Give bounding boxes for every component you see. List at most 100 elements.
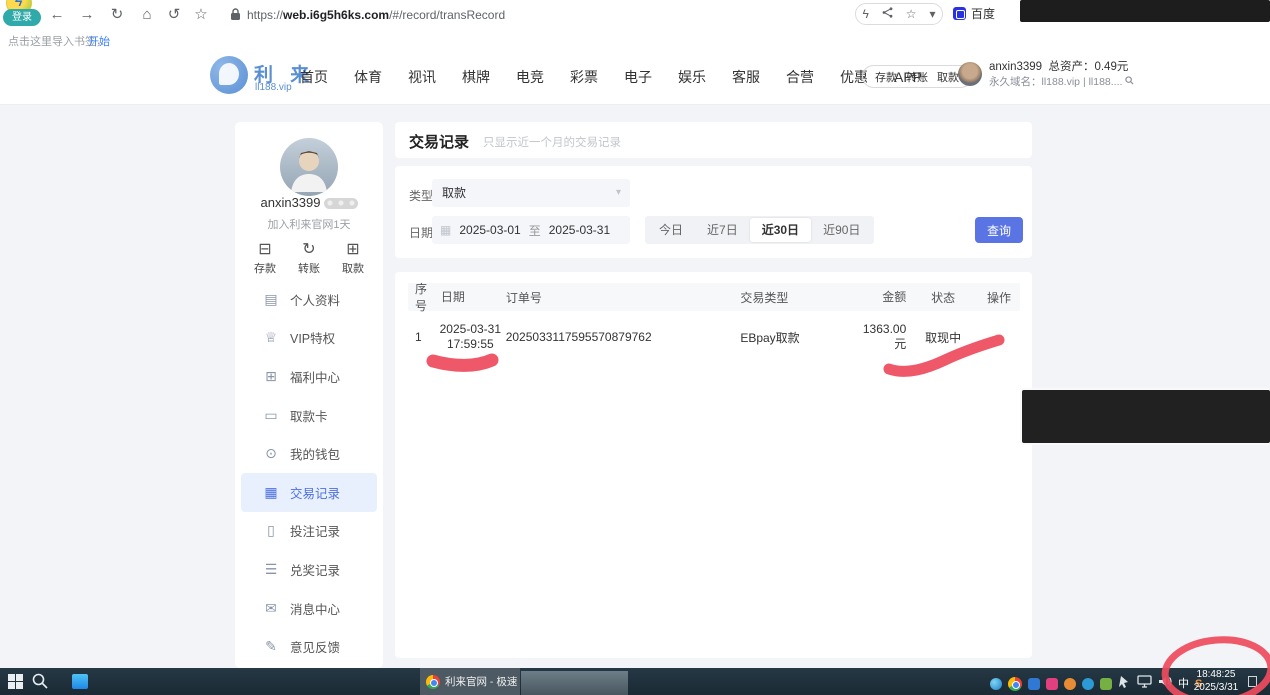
taskbar-window-preview[interactable] xyxy=(521,671,628,695)
menu-label: 个人资料 xyxy=(290,290,340,309)
show-desktop-button[interactable] xyxy=(1248,676,1257,687)
monitor-icon[interactable] xyxy=(1137,675,1152,693)
clock-time: 18:48:25 xyxy=(1188,669,1244,682)
lightning-icon[interactable]: ϟ xyxy=(862,7,868,21)
page-subtitle: 只显示近一个月的交易记录 xyxy=(483,134,621,150)
blue-app-icon[interactable] xyxy=(1028,678,1040,690)
date-range-input[interactable]: ▦ 2025-03-01 至 2025-03-31 xyxy=(432,216,630,244)
refresh-icon[interactable]: ↻ xyxy=(106,3,128,27)
pointer-icon[interactable] xyxy=(1118,675,1131,693)
type-select-value: 取款 xyxy=(442,186,466,200)
sidebar: anxin3399 加入利来官网1天 ⊟ 存款 ↻ 转账 ⊞ 取款 ▤个人资料 … xyxy=(235,122,383,668)
volume-icon[interactable] xyxy=(1158,675,1172,693)
sidebar-item-vip[interactable]: ♕VIP特权 xyxy=(235,319,383,358)
range-90d-button[interactable]: 近90日 xyxy=(811,218,872,242)
profile-username: anxin3399 xyxy=(261,195,321,210)
cell-amount: 1363.00元 xyxy=(857,322,907,352)
sidebar-item-messages[interactable]: ✉消息中心 xyxy=(235,589,383,628)
menu-label: 福利中心 xyxy=(290,367,340,386)
header-transfer-button[interactable]: 转账 xyxy=(906,69,928,85)
wallet-icon: ⊙ xyxy=(263,445,279,462)
system-tray: 中 S xyxy=(990,675,1202,693)
back-icon[interactable]: ← xyxy=(46,3,68,27)
type-select[interactable]: 取款 ▾ xyxy=(432,179,630,207)
start-button[interactable] xyxy=(8,674,23,694)
sidebar-transfer-button[interactable]: ↻ 转账 xyxy=(289,240,329,276)
url-host: web.i6g5h6ks.com xyxy=(283,8,389,22)
pink-app-icon[interactable] xyxy=(1046,678,1058,690)
nav-item-sports[interactable]: 体育 xyxy=(354,67,382,87)
col-status: 状态 xyxy=(920,289,966,306)
taskbar-mail-icon[interactable] xyxy=(72,674,88,689)
lock-icon xyxy=(230,8,241,26)
sidebar-item-profile[interactable]: ▤个人资料 xyxy=(235,280,383,319)
main-nav: 首页 体育 视讯 棋牌 电竞 彩票 电子 娱乐 客服 合营 优惠 APP xyxy=(300,48,922,105)
header-deposit-button[interactable]: 存款 xyxy=(875,69,897,85)
chevron-down-icon[interactable]: ▾ xyxy=(929,7,935,21)
sidebar-item-welfare[interactable]: ⊞ 福利中心 xyxy=(235,357,383,396)
header-avatar[interactable] xyxy=(958,62,982,86)
nav-item-home[interactable]: 首页 xyxy=(300,67,328,87)
query-button[interactable]: 查询 xyxy=(975,217,1023,243)
sidebar-item-withdraw-card[interactable]: ▭取款卡 xyxy=(235,396,383,435)
sidebar-item-transactions[interactable]: ▦交易记录 xyxy=(241,473,377,512)
browser-toolbar: 登录 ← → ↻ ⌂ ↺ ☆ https://web.i6g5h6ks.com/… xyxy=(0,0,1270,30)
nav-item-chess[interactable]: 棋牌 xyxy=(462,67,490,87)
share-icon[interactable] xyxy=(882,7,893,21)
bookmark-star-icon[interactable]: ☆ xyxy=(190,3,212,27)
message-icon: ✉ xyxy=(263,600,279,617)
nav-item-live-video[interactable]: 视讯 xyxy=(408,67,436,87)
page-title-card: 交易记录 只显示近一个月的交易记录 xyxy=(395,122,1032,158)
windows-taskbar: 利来官网 - 极速浏... 中 S 18:48:25 2025/3/31 xyxy=(0,668,1270,695)
taskbar-clock[interactable]: 18:48:25 2025/3/31 xyxy=(1188,669,1244,694)
search-icon[interactable] xyxy=(1125,76,1134,85)
home-icon[interactable]: ⌂ xyxy=(136,3,158,27)
browser-login-button[interactable]: 登录 xyxy=(3,9,41,26)
col-amount: 金额 xyxy=(857,290,907,305)
quick-range-group: 今日 近7日 近30日 近90日 xyxy=(645,216,874,244)
nvidia-icon[interactable] xyxy=(1100,678,1112,690)
forward-icon[interactable]: → xyxy=(76,3,98,27)
nav-item-esports[interactable]: 电竞 xyxy=(516,67,544,87)
sidebar-item-redeem-records[interactable]: ☰兑奖记录 xyxy=(235,550,383,589)
url-path: /#/record/transRecord xyxy=(389,8,505,22)
sidebar-item-feedback[interactable]: ✎意见反馈 xyxy=(235,627,383,666)
profile-avatar[interactable] xyxy=(280,138,338,196)
favorite-star-icon[interactable]: ☆ xyxy=(906,7,917,21)
gift-icon: ⊞ xyxy=(263,368,279,385)
sidebar-withdraw-button[interactable]: ⊞ 取款 xyxy=(333,240,373,276)
permanent-domain: 永久域名：ll188.vip | ll188.... xyxy=(989,76,1122,88)
site-logo-icon[interactable] xyxy=(210,56,248,94)
taskbar-search-icon[interactable] xyxy=(32,673,48,694)
taskbar-active-task[interactable]: 利来官网 - 极速浏... xyxy=(420,668,520,695)
table-row: 1 2025-03-3117:59:55 2025033117595570879… xyxy=(408,311,1020,363)
nav-item-slots[interactable]: 电子 xyxy=(624,67,652,87)
bet-record-icon: ▯ xyxy=(263,522,279,539)
tray-chrome-icon[interactable] xyxy=(1008,677,1022,691)
sidebar-deposit-button[interactable]: ⊟ 存款 xyxy=(245,240,285,276)
range-today-button[interactable]: 今日 xyxy=(647,218,695,242)
header-withdraw-button[interactable]: 取款 xyxy=(937,69,959,85)
sidebar-item-bet-records[interactable]: ▯投注记录 xyxy=(235,512,383,551)
assets-label: 总资产： xyxy=(1048,61,1094,73)
cell-type: EBpay取款 xyxy=(740,329,856,346)
range-7d-button[interactable]: 近7日 xyxy=(695,218,750,242)
nav-item-service[interactable]: 客服 xyxy=(732,67,760,87)
telegram-icon[interactable] xyxy=(1082,678,1094,690)
orange-app-icon[interactable] xyxy=(1064,678,1076,690)
undo-icon[interactable]: ↺ xyxy=(163,3,185,27)
transfer-label: 转账 xyxy=(298,263,320,275)
bookmark-start-link[interactable]: 开始 xyxy=(88,33,110,49)
address-bar[interactable]: https://web.i6g5h6ks.com/#/record/transR… xyxy=(247,8,505,22)
transaction-record-icon: ▦ xyxy=(263,484,279,501)
cell-date: 2025-03-3117:59:55 xyxy=(437,322,504,352)
baidu-label: 百度 xyxy=(971,5,995,22)
range-30d-button[interactable]: 近30日 xyxy=(750,218,811,242)
nav-item-lottery[interactable]: 彩票 xyxy=(570,67,598,87)
nav-item-partner[interactable]: 合营 xyxy=(786,67,814,87)
baidu-search-button[interactable]: 百度 xyxy=(953,5,995,22)
network-app-icon[interactable] xyxy=(990,678,1002,690)
sidebar-item-wallet[interactable]: ⊙我的钱包 xyxy=(235,434,383,473)
header-user-info[interactable]: anxin3399 总资产：0.49元 永久域名：ll188.vip | ll1… xyxy=(989,60,1134,90)
nav-item-entertainment[interactable]: 娱乐 xyxy=(678,67,706,87)
